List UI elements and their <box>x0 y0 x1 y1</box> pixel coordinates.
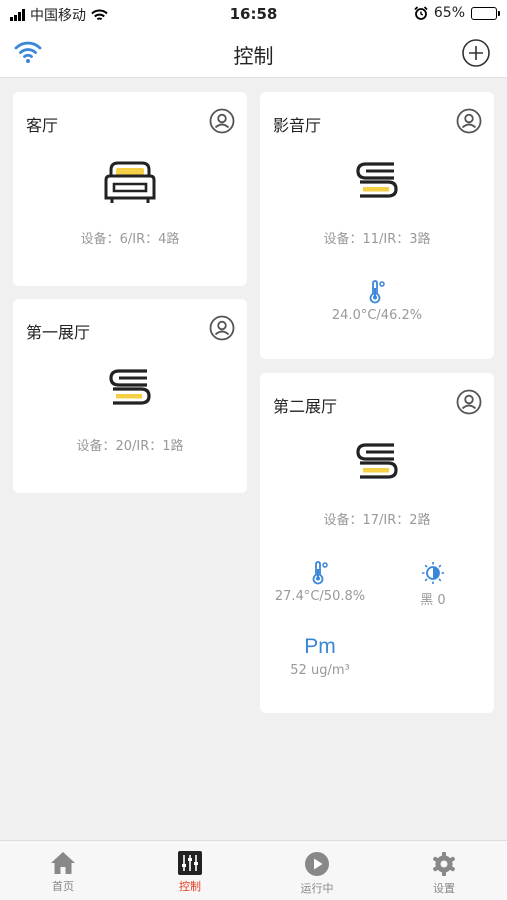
books-icon <box>356 162 398 198</box>
pm-value: 52 ug/m³ <box>290 663 350 678</box>
tab-label: 设置 <box>433 882 455 895</box>
room-name: 第二展厅 <box>273 397 338 416</box>
device-count: 设备：6/IR：4路 <box>80 232 180 247</box>
thermometer-icon <box>369 280 385 304</box>
add-icon[interactable] <box>461 38 491 68</box>
sofa-icon <box>104 161 156 203</box>
gear-icon <box>432 852 456 876</box>
pm-sensor: Pm 52 ug/m³ <box>260 635 380 678</box>
room-name: 客厅 <box>26 116 59 135</box>
home-icon <box>51 852 75 874</box>
user-icon[interactable] <box>456 108 482 134</box>
status-bar: 中国移动 16:58 65% <box>0 0 507 28</box>
tab-home[interactable]: 首页 <box>0 841 126 900</box>
device-count: 设备：20/IR：1路 <box>76 439 184 454</box>
user-icon[interactable] <box>209 108 235 134</box>
sliders-icon <box>178 851 202 875</box>
thermometer-icon <box>312 561 328 585</box>
tab-label: 首页 <box>52 880 74 893</box>
tab-control[interactable]: 控制 <box>127 841 253 900</box>
nav-bar: 控制 <box>0 28 507 78</box>
room-name: 第一展厅 <box>26 323 91 342</box>
books-icon <box>109 369 151 405</box>
temperature-sensor: 24.0°C/46.2% <box>260 280 494 323</box>
tab-settings[interactable]: 设置 <box>381 841 507 900</box>
temperature-humidity-value: 27.4°C/50.8% <box>274 589 366 604</box>
tab-label: 运行中 <box>300 882 334 895</box>
battery-percent: 65% <box>433 5 465 21</box>
temperature-sensor: 27.4°C/50.8% <box>260 561 380 604</box>
tab-running[interactable]: 运行中 <box>254 841 380 900</box>
tab-label: 控制 <box>179 880 201 893</box>
temperature-humidity-value: 24.0°C/46.2% <box>331 308 423 323</box>
room-card-exhibition-1[interactable]: 第一展厅 设备：20/IR：1路 <box>13 299 247 493</box>
room-card-living-room[interactable]: 客厅 设备：6/IR：4路 <box>13 92 247 286</box>
books-icon <box>356 443 398 479</box>
alarm-icon <box>414 6 428 20</box>
room-name: 影音厅 <box>273 116 322 135</box>
brightness-icon <box>422 562 444 584</box>
user-icon[interactable] <box>456 389 482 415</box>
tab-bar: 首页 控制 运行中 设置 <box>0 840 507 900</box>
room-card-av-hall[interactable]: 影音厅 设备：11/IR：3路 24.0°C/46.2% <box>260 92 494 359</box>
device-count: 设备：17/IR：2路 <box>323 513 431 528</box>
page-title: 控制 <box>233 44 274 68</box>
user-icon[interactable] <box>209 315 235 341</box>
brightness-value: 黑 0 <box>420 593 446 608</box>
play-icon <box>305 852 329 876</box>
battery-icon <box>471 6 500 20</box>
room-card-exhibition-2[interactable]: 第二展厅 设备：17/IR：2路 27.4°C/50.8% 黑 0 Pm 52 … <box>260 373 494 713</box>
brightness-sensor: 黑 0 <box>395 561 471 608</box>
pm-icon: Pm <box>304 635 336 658</box>
device-count: 设备：11/IR：3路 <box>323 232 431 247</box>
